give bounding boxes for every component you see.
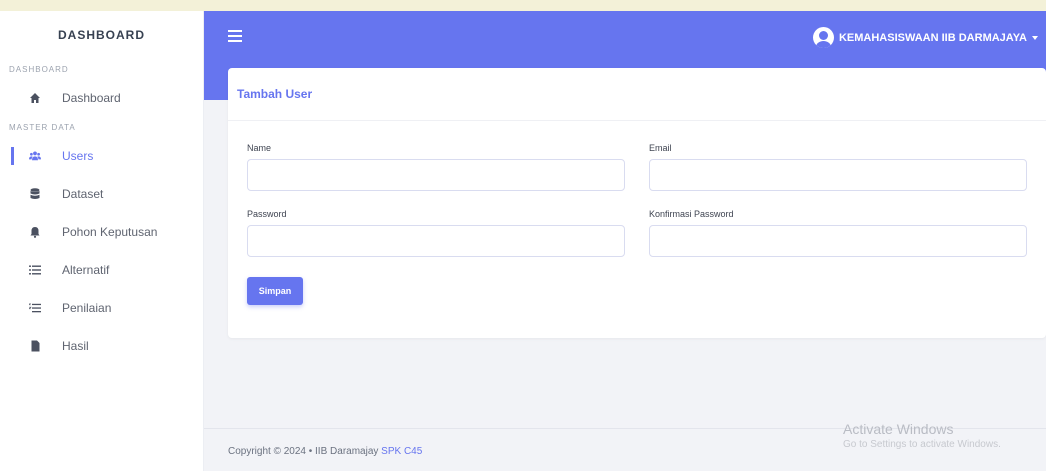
list-icon [29,264,41,276]
sidebar-item-label: Hasil [62,339,89,353]
watermark-title: Activate Windows [843,421,954,437]
activate-windows-watermark: Activate Windows Go to Settings to activ… [843,421,1001,450]
name-label: Name [247,143,272,153]
main-content: Tambah User Name Email Password Konfirma… [204,67,1046,471]
numbered-list-icon [29,302,41,314]
footer: Copyright © 2024 • IIB Daramajay SPK C45 [228,446,422,457]
sidebar-item-label: Penilaian [62,301,112,315]
footer-link[interactable]: SPK C45 [381,446,422,457]
user-dropdown[interactable]: KEMAHASISWAAN IIB DARMAJAYA [812,27,1038,48]
card-title: Tambah User [228,68,1046,121]
email-label: Email [649,143,672,153]
users-icon [29,150,41,162]
footer-copyright: Copyright © 2024 • IIB Daramajay [228,446,379,457]
watermark-subtitle: Go to Settings to activate Windows. [843,439,1001,450]
sidebar-item-pohon-keputusan[interactable]: Pohon Keputusan [0,213,203,251]
sidebar-item-label: Users [62,149,94,163]
home-icon [29,92,41,104]
sidebar-item-users[interactable]: Users [0,137,203,175]
bell-icon [29,226,41,238]
sidebar-item-label: Dashboard [62,91,121,105]
user-avatar-icon [812,27,834,48]
sidebar-item-dataset[interactable]: Dataset [0,175,203,213]
database-icon [29,188,41,200]
sidebar-brand[interactable]: DASHBOARD [0,11,203,59]
password-input[interactable] [247,225,625,257]
sidebar-item-label: Pohon Keputusan [62,225,158,239]
confirm-password-input[interactable] [649,225,1027,257]
add-user-card: Tambah User Name Email Password Konfirma… [228,68,1046,338]
name-input[interactable] [247,159,625,191]
confirm-password-label: Konfirmasi Password [649,209,734,219]
user-name: KEMAHASISWAAN IIB DARMAJAYA [838,31,1027,44]
file-icon [29,340,41,352]
email-input[interactable] [649,159,1027,191]
sidebar-item-label: Alternatif [62,263,110,277]
top-strip [0,0,1046,11]
sidebar-item-hasil[interactable]: Hasil [0,327,203,365]
sidebar: DASHBOARD DASHBOARD Dashboard MASTER DAT… [0,11,204,471]
sidebar-item-label: Dataset [62,187,104,201]
section-heading-dashboard: DASHBOARD [9,64,69,74]
topbar: KEMAHASISWAAN IIB DARMAJAYA [204,11,1046,67]
sidebar-item-alternatif[interactable]: Alternatif [0,251,203,289]
sidebar-item-dashboard[interactable]: Dashboard [0,79,203,117]
caret-down-icon [1032,35,1038,40]
sidebar-item-penilaian[interactable]: Penilaian [0,289,203,327]
save-button[interactable]: Simpan [247,277,303,305]
password-label: Password [247,209,287,219]
hamburger-icon[interactable] [228,30,242,42]
section-heading-master-data: MASTER DATA [9,122,76,132]
